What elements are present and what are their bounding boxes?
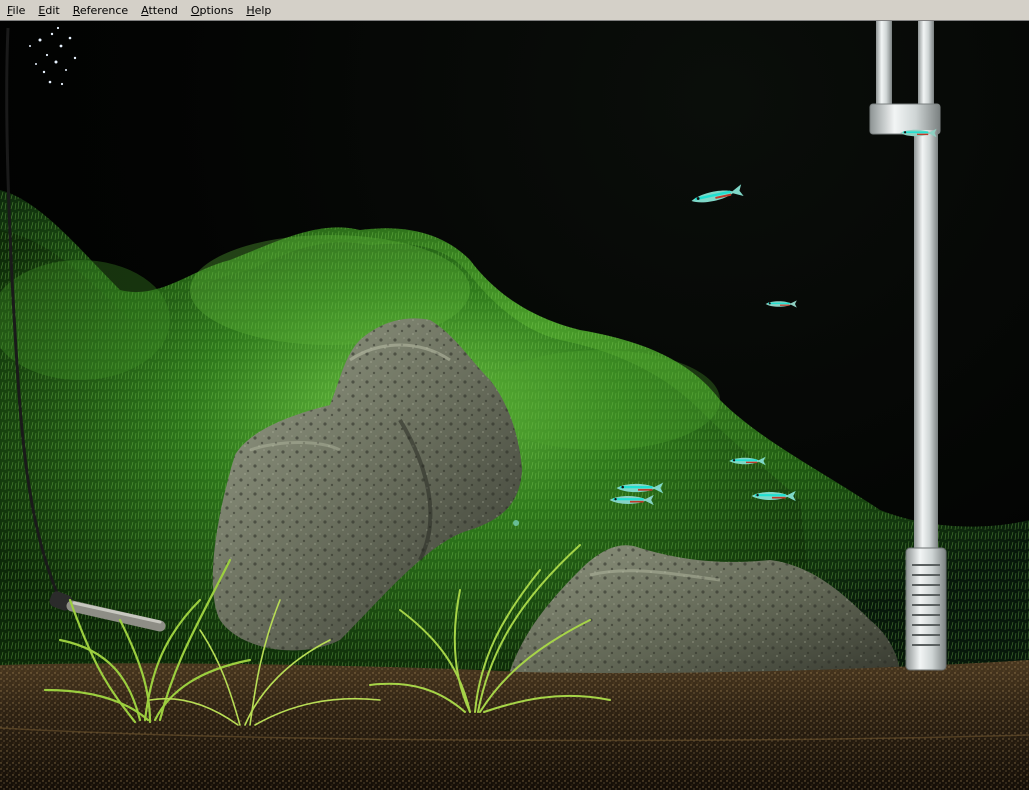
menu-options[interactable]: Options bbox=[186, 1, 238, 20]
menu-file[interactable]: File bbox=[2, 1, 30, 20]
aquarium-view[interactable] bbox=[0, 21, 1029, 790]
menu-help[interactable]: Help bbox=[241, 1, 276, 20]
menu-reference[interactable]: Reference bbox=[68, 1, 133, 20]
gravel-substrate bbox=[0, 660, 1029, 790]
neon-tetra-fish[interactable] bbox=[690, 184, 744, 207]
air-bubbles bbox=[29, 26, 77, 86]
menu-attend[interactable]: Attend bbox=[136, 1, 183, 20]
menu-edit[interactable]: Edit bbox=[33, 1, 64, 20]
neon-tetra-fish-distant[interactable] bbox=[513, 520, 519, 526]
aquarium-app-window: File Edit Reference Attend Options Help bbox=[0, 0, 1029, 790]
aquarium-scene bbox=[0, 21, 1029, 790]
neon-tetra-fish[interactable] bbox=[765, 300, 797, 308]
menu-bar: File Edit Reference Attend Options Help bbox=[0, 0, 1029, 21]
